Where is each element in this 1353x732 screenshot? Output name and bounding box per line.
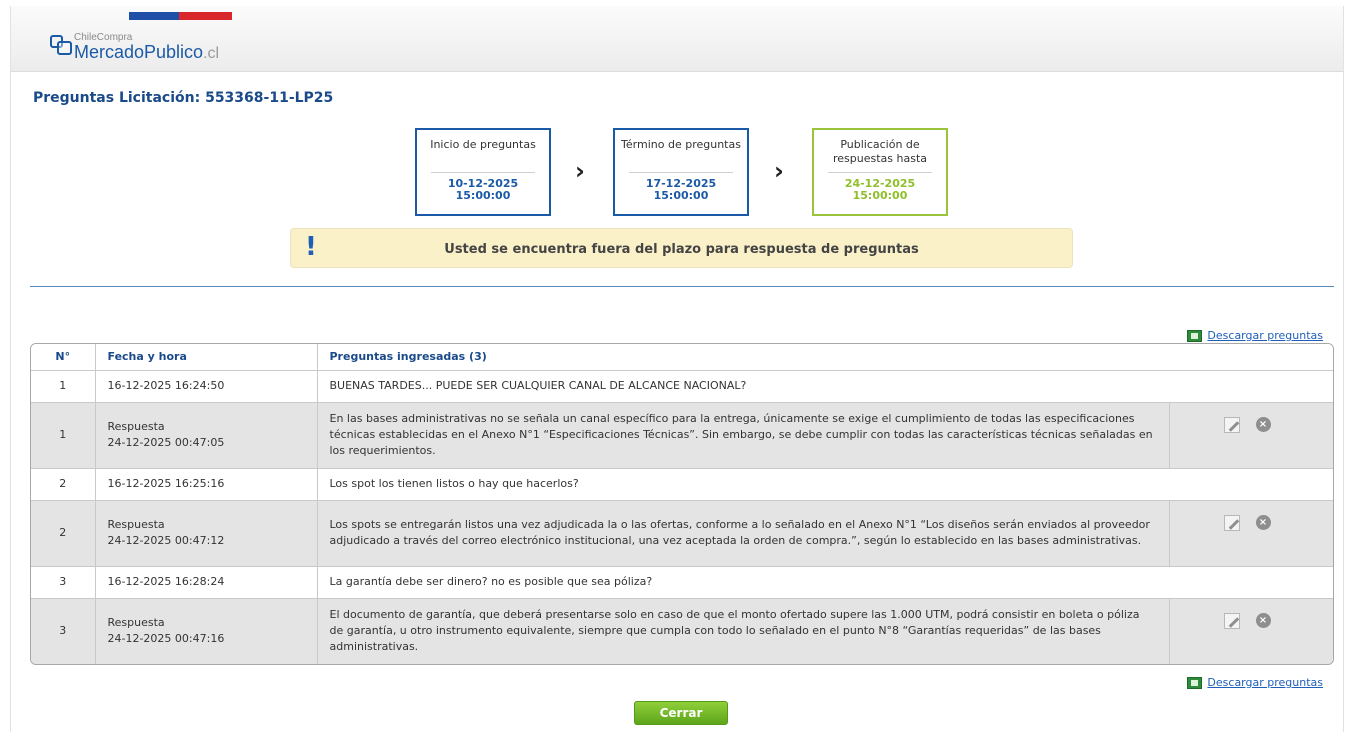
chevron-right-icon: › (774, 157, 784, 185)
question-num: 2 (31, 468, 96, 501)
answer-row: 2 Respuesta 24-12-2025 00:47:12 Los spots… (31, 500, 1333, 567)
page-title: Preguntas Licitación: 553368-11-LP25 (33, 90, 334, 106)
answer-text: El documento de garantía, que deberá pre… (317, 598, 1170, 664)
download-questions-link-top[interactable]: Descargar preguntas (1187, 329, 1323, 342)
deadline-alert: ! Usted se encuentra fuera del plazo par… (290, 228, 1073, 268)
step-label: Término de preguntas (621, 138, 741, 151)
answer-actions: × (1169, 500, 1333, 567)
answer-num: 3 (31, 598, 96, 664)
answer-actions: × (1169, 598, 1333, 664)
question-datetime: 16-12-2025 16:28:24 (95, 566, 318, 599)
step-publicacion-respuestas: Publicación de respuestas hasta 24-12-20… (812, 128, 948, 216)
step-label: Publicación de respuestas hasta (832, 138, 927, 165)
answer-row: 1 Respuesta 24-12-2025 00:47:05 En las ba… (31, 402, 1333, 469)
answer-datetime: Respuesta 24-12-2025 00:47:05 (95, 402, 318, 469)
questions-table: N° Fecha y hora Preguntas ingresadas (3)… (30, 343, 1334, 665)
step-inicio-preguntas: Inicio de preguntas 10-12-2025 15:00:00 (415, 128, 551, 216)
logo-main-text: MercadoPublico.cl (74, 42, 220, 62)
alert-message: Usted se encuentra fuera del plazo para … (444, 242, 919, 257)
download-label: Descargar preguntas (1207, 676, 1323, 689)
step-time: 15:00:00 (455, 189, 511, 202)
close-button[interactable]: Cerrar (634, 701, 728, 725)
step-label: Inicio de preguntas (430, 138, 536, 151)
table-header-row: N° Fecha y hora Preguntas ingresadas (3) (31, 344, 1333, 371)
header-num: N° (31, 344, 96, 371)
question-text: BUENAS TARDES... PUEDE SER CUALQUIER CAN… (317, 370, 1333, 403)
answer-actions: × (1169, 402, 1333, 469)
delete-icon[interactable]: × (1255, 613, 1271, 628)
edit-icon[interactable] (1223, 514, 1240, 531)
step-termino-preguntas: Término de preguntas 17-12-2025 15:00:00 (613, 128, 749, 216)
download-questions-link-bottom[interactable]: Descargar preguntas (1187, 676, 1323, 689)
answer-label: Respuesta (107, 518, 165, 531)
edit-icon[interactable] (1223, 416, 1240, 433)
question-num: 3 (31, 566, 96, 599)
mercadopublico-logo[interactable]: ChileCompra MercadoPublico.cl (50, 33, 219, 62)
answer-row: 3 Respuesta 24-12-2025 00:47:16 El docume… (31, 598, 1333, 664)
site-header: ChileCompra MercadoPublico.cl (11, 6, 1343, 72)
excel-icon (1187, 329, 1203, 342)
step-time: 15:00:00 (653, 189, 709, 202)
logo-icon (50, 35, 72, 55)
question-datetime: 16-12-2025 16:25:16 (95, 468, 318, 501)
question-row: 3 16-12-2025 16:28:24 La garantía debe s… (31, 566, 1333, 599)
answer-num: 2 (31, 500, 96, 567)
header-questions: Preguntas ingresadas (3) (317, 344, 1333, 371)
answer-datetime: Respuesta 24-12-2025 00:47:16 (95, 598, 318, 664)
delete-icon[interactable]: × (1255, 515, 1271, 530)
question-row: 1 16-12-2025 16:24:50 BUENAS TARDES... P… (31, 370, 1333, 403)
answer-num: 1 (31, 402, 96, 469)
question-num: 1 (31, 370, 96, 403)
answer-label: Respuesta (107, 616, 165, 630)
answer-datetime: Respuesta 24-12-2025 00:47:12 (95, 500, 318, 567)
chevron-right-icon: › (575, 157, 585, 185)
download-label: Descargar preguntas (1207, 329, 1323, 342)
answer-text: Los spots se entregarán listos una vez a… (317, 500, 1170, 567)
question-datetime: 16-12-2025 16:24:50 (95, 370, 318, 403)
step-time: 15:00:00 (852, 189, 908, 202)
header-datetime: Fecha y hora (95, 344, 318, 371)
question-text: Los spot los tienen listos o hay que hac… (317, 468, 1333, 501)
excel-icon (1187, 676, 1203, 689)
edit-icon[interactable] (1223, 612, 1240, 629)
chile-flag-stripe (129, 12, 232, 20)
question-row: 2 16-12-2025 16:25:16 Los spot los tiene… (31, 468, 1333, 501)
answer-text: En las bases administrativas no se señal… (317, 402, 1170, 469)
answer-label: Respuesta (107, 420, 165, 433)
question-text: La garantía debe ser dinero? no es posib… (317, 566, 1333, 599)
divider (30, 286, 1334, 287)
delete-icon[interactable]: × (1255, 417, 1271, 432)
